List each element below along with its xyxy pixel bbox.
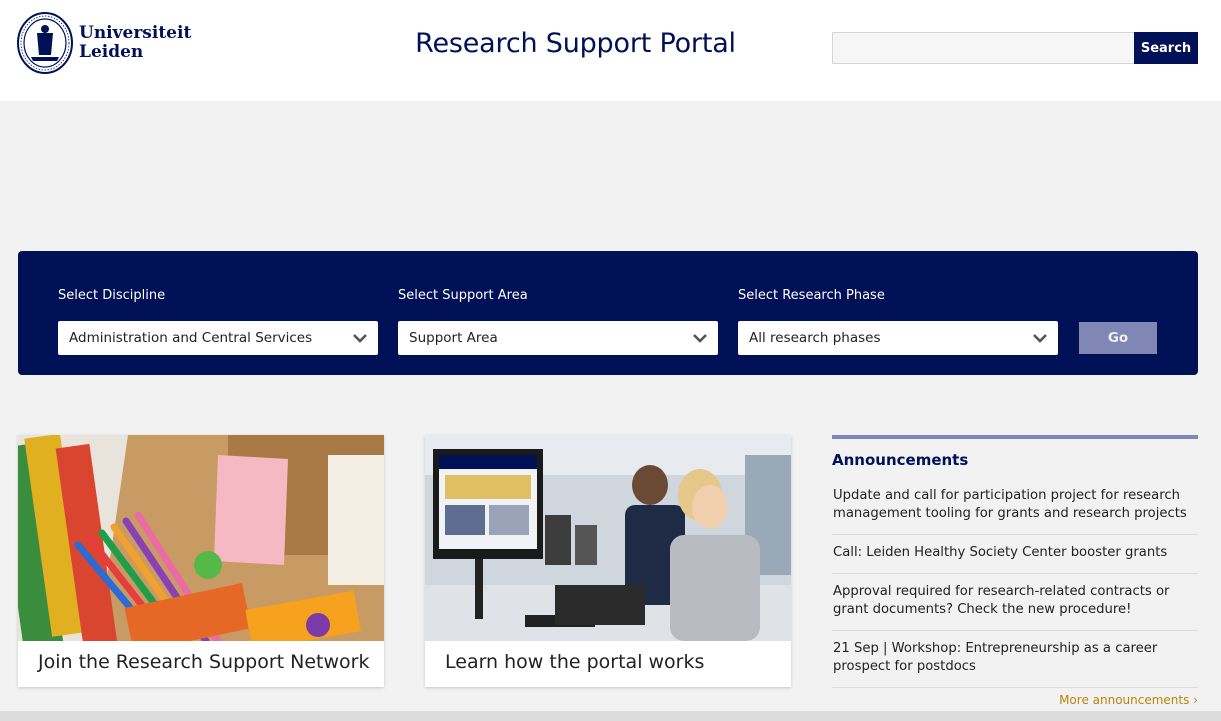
footer-strip <box>0 711 1221 721</box>
discipline-label: Select Discipline <box>58 288 166 303</box>
chevron-down-icon <box>1033 334 1047 343</box>
announcements-divider <box>832 435 1198 439</box>
search-button[interactable]: Search <box>1134 32 1198 64</box>
research-phase-label: Select Research Phase <box>738 288 885 303</box>
students-at-computers-image <box>425 435 791 641</box>
support-area-filter: Select Support Area Support Area <box>398 287 718 355</box>
more-announcements-link[interactable]: More announcements › <box>1059 693 1198 707</box>
research-phase-selected-value: All research phases <box>749 330 881 346</box>
support-area-selected-value: Support Area <box>409 330 498 346</box>
research-filter-panel: Select Discipline Administration and Cen… <box>18 251 1198 375</box>
announcement-item[interactable]: Update and call for participation projec… <box>832 479 1198 535</box>
card-photo-stickers <box>18 435 384 641</box>
card-join-network[interactable]: Join the Research Support Network <box>18 435 384 687</box>
stickers-and-markers-image <box>18 435 384 641</box>
discipline-filter: Select Discipline Administration and Cen… <box>58 287 378 355</box>
announcements-list: Update and call for participation projec… <box>832 479 1198 688</box>
search-input[interactable] <box>832 32 1135 64</box>
card-title: Learn how the portal works <box>445 651 705 673</box>
announcements-panel: Announcements Update and call for partic… <box>832 435 1198 707</box>
announcement-item[interactable]: Approval required for research-related c… <box>832 574 1198 631</box>
card-title: Join the Research Support Network <box>38 651 370 673</box>
research-phase-filter: Select Research Phase All research phase… <box>738 287 1058 355</box>
go-button[interactable]: Go <box>1079 322 1157 354</box>
chevron-down-icon <box>693 334 707 343</box>
card-learn-portal[interactable]: Learn how the portal works <box>425 435 791 687</box>
support-area-label: Select Support Area <box>398 288 528 303</box>
research-phase-select[interactable]: All research phases <box>738 321 1058 355</box>
card-photo-computers <box>425 435 791 641</box>
announcement-item[interactable]: 21 Sep | Workshop: Entrepreneurship as a… <box>832 631 1198 688</box>
support-area-select[interactable]: Support Area <box>398 321 718 355</box>
discipline-selected-value: Administration and Central Services <box>69 330 313 346</box>
discipline-select[interactable]: Administration and Central Services <box>58 321 378 355</box>
announcement-item[interactable]: Call: Leiden Healthy Society Center boos… <box>832 535 1198 574</box>
chevron-down-icon <box>353 334 367 343</box>
announcements-heading: Announcements <box>832 451 969 469</box>
site-header: Universiteit Leiden Research Support Por… <box>0 0 1221 101</box>
